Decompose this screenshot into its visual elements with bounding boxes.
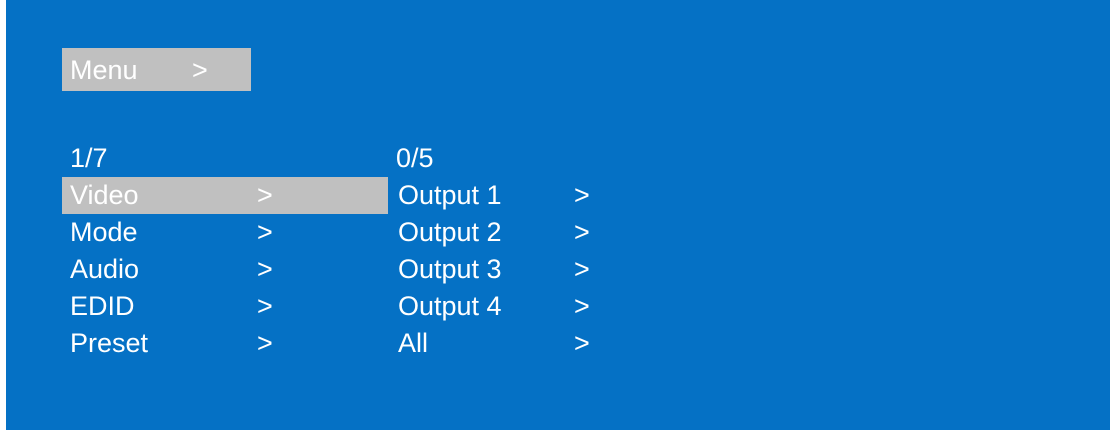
chevron-right-icon: > xyxy=(257,217,273,247)
menu-item-label: EDID xyxy=(70,291,135,321)
submenu-item-label: Output 1 xyxy=(398,180,502,210)
chevron-right-icon: > xyxy=(192,55,208,85)
submenu-item-output-3[interactable]: Output 3 > xyxy=(388,251,618,288)
submenu-item-output-1[interactable]: Output 1 > xyxy=(388,177,618,214)
chevron-right-icon: > xyxy=(574,328,590,358)
submenu-item-label: Output 2 xyxy=(398,217,502,247)
menu-item-label: Mode xyxy=(70,217,138,247)
menu-item-audio[interactable]: Audio > xyxy=(62,251,388,288)
main-menu-page-counter: 1/7 xyxy=(70,143,108,173)
menu-item-mode[interactable]: Mode > xyxy=(62,214,388,251)
osd-menu-screen: Menu > 1/7 Video > Mode > Audio > EDID >… xyxy=(6,0,1110,430)
chevron-right-icon: > xyxy=(257,254,273,284)
submenu-item-label: All xyxy=(398,328,429,358)
menu-item-video[interactable]: Video > xyxy=(62,177,388,214)
chevron-right-icon: > xyxy=(574,180,590,210)
submenu-item-output-2[interactable]: Output 2 > xyxy=(388,214,618,251)
main-menu-list: 1/7 Video > Mode > Audio > EDID > Preset… xyxy=(62,140,388,362)
submenu-item-label: Output 3 xyxy=(398,254,502,284)
chevron-right-icon: > xyxy=(257,291,273,321)
submenu-item-label: Output 4 xyxy=(398,291,502,321)
menu-title-label: Menu xyxy=(70,55,138,85)
menu-item-label: Audio xyxy=(70,254,140,284)
chevron-right-icon: > xyxy=(257,328,273,358)
submenu-item-all[interactable]: All > xyxy=(388,325,618,362)
submenu-list: 0/5 Output 1 > Output 2 > Output 3 > Out… xyxy=(388,140,618,362)
menu-item-label: Preset xyxy=(70,328,149,358)
menu-title-button[interactable]: Menu > xyxy=(62,48,251,91)
menu-item-label: Video xyxy=(70,180,139,210)
chevron-right-icon: > xyxy=(574,217,590,247)
submenu-item-output-4[interactable]: Output 4 > xyxy=(388,288,618,325)
submenu-page-counter: 0/5 xyxy=(396,143,434,173)
chevron-right-icon: > xyxy=(574,291,590,321)
menu-item-edid[interactable]: EDID > xyxy=(62,288,388,325)
chevron-right-icon: > xyxy=(257,180,273,210)
chevron-right-icon: > xyxy=(574,254,590,284)
menu-item-preset[interactable]: Preset > xyxy=(62,325,388,362)
